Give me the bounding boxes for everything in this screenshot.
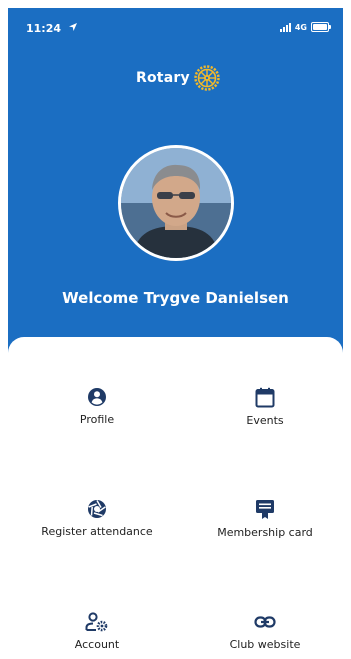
tile-club-website[interactable]: Club website bbox=[190, 612, 340, 651]
status-bar: 11:24 4G bbox=[8, 8, 343, 48]
tile-events[interactable]: Events bbox=[190, 387, 340, 427]
tile-label: Events bbox=[246, 414, 284, 427]
battery-icon bbox=[311, 22, 331, 32]
avatar-photo bbox=[121, 148, 231, 258]
header: 11:24 4G Rotary Welcome Trygve Danielsen bbox=[8, 8, 343, 368]
menu-card: Profile Events Register attendance Membe… bbox=[8, 337, 343, 659]
tile-label: Register attendance bbox=[41, 525, 153, 538]
tile-account[interactable]: Account bbox=[22, 612, 172, 651]
brand-name: Rotary bbox=[136, 70, 190, 86]
tile-register-attendance[interactable]: Register attendance bbox=[22, 499, 172, 538]
aperture-icon bbox=[88, 500, 106, 518]
signal-icon bbox=[279, 22, 291, 32]
tile-membership-card[interactable]: Membership card bbox=[190, 499, 340, 539]
id-card-icon bbox=[256, 500, 274, 519]
link-icon bbox=[254, 616, 276, 628]
user-circle-icon bbox=[88, 388, 106, 406]
tile-label: Profile bbox=[79, 413, 115, 426]
status-indicators: 4G bbox=[279, 20, 331, 34]
rotary-logo: Rotary bbox=[136, 65, 220, 91]
network-type: 4G bbox=[294, 22, 307, 32]
calendar-icon bbox=[255, 387, 275, 408]
tile-label: Account bbox=[74, 638, 120, 651]
tile-label: Membership card bbox=[217, 526, 313, 539]
tile-profile[interactable]: Profile bbox=[22, 387, 172, 426]
tile-label: Club website bbox=[229, 638, 301, 651]
location-arrow-icon bbox=[69, 23, 77, 31]
avatar[interactable] bbox=[118, 145, 234, 261]
rotary-wheel-icon bbox=[194, 65, 220, 91]
status-time: 11:24 bbox=[26, 22, 62, 35]
user-settings-icon bbox=[85, 612, 108, 632]
welcome-text: Welcome Trygve Danielsen bbox=[62, 289, 289, 307]
